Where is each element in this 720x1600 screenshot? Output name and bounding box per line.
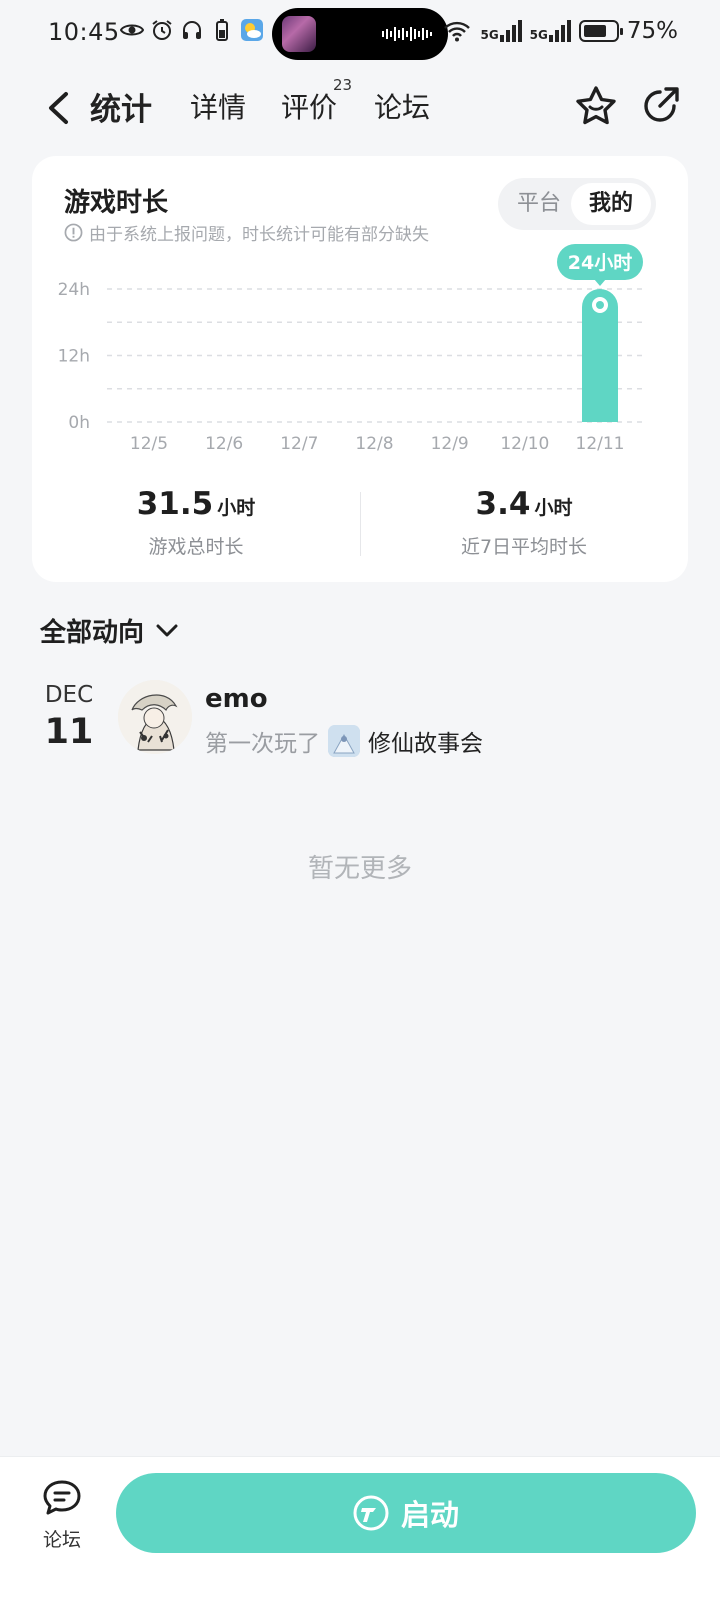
x-tick-label: 12/8 [355, 434, 393, 454]
stats-summary: 31.5 小时 游戏总时长 3.4 小时 近7日平均时长 [32, 486, 688, 566]
game-thumbnail [328, 725, 360, 757]
average-unit: 小时 [534, 497, 573, 519]
tab-forum[interactable]: 论坛 [374, 86, 430, 126]
taptap-logo-icon [353, 1495, 389, 1531]
activity-description: 第一次玩了 修仙故事会 [205, 724, 483, 758]
dynamic-island[interactable] [272, 8, 448, 60]
tab-label: 统计 [90, 92, 152, 128]
status-bar: 10:45 5G 5G 75% [0, 0, 720, 68]
playtime-card: 游戏时长 由于系统上报问题，时长统计可能有部分缺失 平台 我的 0h 12h 24h… [32, 156, 688, 582]
battery-fill [583, 25, 607, 37]
average-playtime: 3.4 小时 近7日平均时长 [360, 486, 688, 559]
favorite-star-icon[interactable] [574, 84, 618, 128]
battery-percent: 75% [626, 18, 678, 44]
info-icon [64, 223, 83, 242]
average-label: 近7日平均时长 [460, 536, 588, 558]
activity-month: DEC [44, 682, 94, 708]
tab-details[interactable]: 详情 [190, 86, 246, 126]
total-playtime: 31.5 小时 游戏总时长 [32, 486, 360, 559]
activity-item[interactable]: DEC 11 emo 第一次玩了 修仙故事会 [0, 680, 720, 770]
x-tick-label: 12/11 [576, 434, 625, 454]
tab-label: 评价 [281, 91, 338, 124]
status-right: 5G 5G 75% [442, 18, 678, 44]
bar-marker-dot [596, 301, 604, 309]
battery-icon [578, 20, 623, 42]
phone-battery-icon [216, 19, 228, 41]
media-thumbnail [282, 16, 316, 52]
back-button[interactable] [38, 86, 78, 130]
forum-button[interactable]: 论坛 [34, 1479, 90, 1552]
launch-label: 启动 [400, 1498, 459, 1532]
x-tick-label: 12/10 [500, 434, 549, 454]
activity-game-name[interactable]: 修仙故事会 [368, 724, 483, 758]
card-title: 游戏时长 [64, 188, 169, 218]
activity-username[interactable]: emo [205, 684, 268, 714]
eye-icon [120, 24, 144, 36]
bottom-bar: 论坛 启动 [0, 1456, 720, 1600]
signal-1: 5G [480, 20, 522, 42]
toggle-mine[interactable]: 我的 [571, 183, 651, 225]
activity-day: 11 [44, 712, 94, 752]
tab-stats[interactable]: 统计 [86, 84, 156, 129]
game-page: 10:45 5G 5G 75% 统计 详情 评价 23 论坛 游戏时长 由于系统… [0, 0, 720, 1600]
y-tick-label: 24h [58, 280, 90, 300]
tab-label: 详情 [190, 91, 247, 124]
activity-action: 第一次玩了 [205, 731, 320, 757]
total-label: 游戏总时长 [148, 536, 244, 558]
data-source-toggle: 平台 我的 [498, 178, 656, 230]
audio-wave-icon [382, 27, 432, 41]
wifi-icon [444, 21, 471, 42]
total-unit: 小时 [217, 497, 256, 519]
headphones-icon [183, 21, 201, 39]
chevron-left-icon [49, 92, 68, 124]
y-tick-label: 0h [68, 413, 90, 433]
playtime-chart: 0h 12h 24h 12/5 12/6 12/7 12/8 12/9 12/10 12/11 24… [58, 244, 643, 454]
tab-reviews[interactable]: 评价 23 [281, 76, 352, 126]
signal-bars-icon [499, 20, 522, 42]
launch-button[interactable]: 启动 [116, 1473, 696, 1553]
avatar-image [118, 680, 192, 754]
total-value: 31.5 [136, 486, 214, 522]
average-value: 3.4 [475, 486, 531, 522]
activity-filter[interactable]: 全部动向 [40, 612, 178, 649]
game-icon[interactable] [328, 725, 360, 757]
avatar[interactable] [118, 680, 192, 754]
share-icon[interactable] [638, 84, 682, 128]
top-nav: 统计 详情 评价 23 论坛 [0, 72, 720, 148]
weather-icon [241, 19, 263, 41]
alarm-icon [152, 20, 172, 40]
chevron-down-icon [156, 624, 178, 636]
x-tick-label: 12/9 [431, 434, 469, 454]
x-tick-label: 12/7 [280, 434, 318, 454]
tab-label: 论坛 [374, 91, 431, 124]
no-more-text: 暂无更多 [307, 854, 412, 884]
review-count-badge: 23 [333, 76, 353, 94]
y-tick-label: 12h [58, 347, 90, 367]
x-tick-label: 12/6 [205, 434, 243, 454]
x-tick-label: 12/5 [130, 434, 168, 454]
status-time: 10:45 [48, 18, 120, 46]
status-left-icons [120, 18, 264, 42]
forum-chat-icon [43, 1480, 81, 1515]
signal-bars-icon [548, 20, 571, 42]
signal-2: 5G [530, 20, 571, 42]
toggle-platform[interactable]: 平台 [506, 183, 572, 225]
bar-tooltip-pointer [594, 279, 606, 286]
forum-label: 论坛 [42, 1529, 81, 1551]
bar-tooltip-label: 24小时 [568, 252, 632, 274]
activity-title: 全部动向 [40, 618, 145, 648]
